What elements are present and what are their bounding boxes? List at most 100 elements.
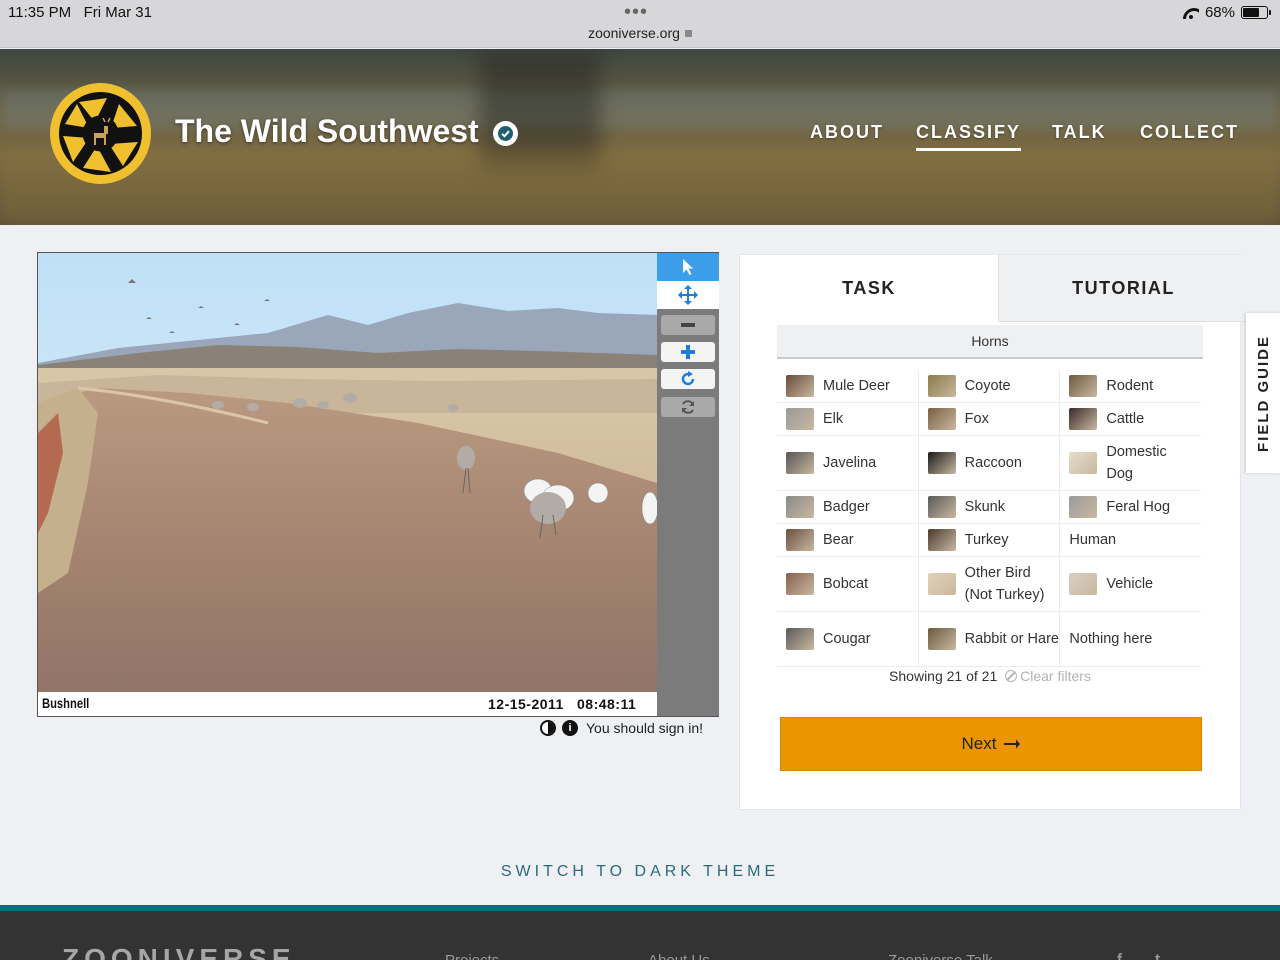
species-label: Mule Deer: [823, 378, 890, 394]
species-thumbnail: [927, 375, 956, 397]
species-label: Raccoon: [964, 455, 1022, 471]
nav-about[interactable]: ABOUT: [810, 122, 884, 143]
nav-collect[interactable]: COLLECT: [1140, 122, 1239, 143]
species-label: Vehicle: [1106, 576, 1154, 592]
task-panel: TASK TUTORIAL Horns Mule Deer Coyote Roden…: [739, 254, 1248, 810]
subject-image[interactable]: [38, 253, 657, 716]
species-label: Badger: [823, 499, 870, 515]
species-choice[interactable]: Coyote: [919, 370, 1061, 402]
reset-view-button[interactable]: [661, 397, 715, 417]
battery-icon: [1241, 6, 1271, 19]
browser-menu-dots-icon[interactable]: •••: [624, 2, 648, 22]
zoom-out-button[interactable]: [661, 315, 715, 335]
battery-percent: 68%: [1204, 4, 1235, 21]
species-choice[interactable]: Feral Hog: [1060, 491, 1201, 523]
species-label: Other Bird (Not Turkey): [964, 565, 1045, 603]
species-label: Bobcat: [823, 576, 869, 592]
species-row: Badger Skunk Feral Hog: [777, 491, 1201, 524]
species-thumbnail: [786, 408, 814, 430]
species-thumbnail: [927, 496, 956, 518]
nav-classify[interactable]: CLASSIFY: [916, 122, 1022, 151]
arrow-right-icon: [1004, 739, 1021, 749]
species-choice[interactable]: Other Bird (Not Turkey): [919, 557, 1061, 611]
species-choice[interactable]: Cougar: [777, 612, 919, 666]
species-choice[interactable]: Bear: [777, 524, 919, 556]
footer-link-talk[interactable]: Zooniverse Talk: [888, 952, 993, 960]
species-choice[interactable]: Cattle: [1060, 403, 1201, 435]
species-row: Cougar Rabbit or Hare Nothing here: [777, 612, 1201, 667]
species-choice[interactable]: Javelina: [777, 436, 919, 490]
species-label: Skunk: [964, 499, 1005, 515]
move-arrows-icon: [678, 285, 698, 305]
filter-bar[interactable]: Horns: [777, 325, 1203, 359]
rotate-button[interactable]: [661, 369, 715, 389]
clear-filters-button[interactable]: Clear filters: [1005, 668, 1091, 684]
field-guide-tab[interactable]: FIELD GUIDE: [1246, 313, 1280, 473]
viewer-toolbar: [657, 253, 719, 716]
species-label: Javelina: [823, 455, 877, 471]
species-thumbnail: [1069, 408, 1098, 430]
species-choice[interactable]: Rabbit or Hare: [919, 612, 1061, 666]
status-time: 11:35 PM Fri Mar 31: [8, 4, 152, 21]
species-label: Turkey: [964, 532, 1009, 548]
species-label: Rabbit or Hare: [964, 631, 1059, 647]
rotate-icon: [681, 371, 695, 386]
species-label: Nothing here: [1069, 631, 1153, 647]
species-label: Cattle: [1106, 411, 1145, 427]
species-choice[interactable]: Human: [1060, 524, 1201, 556]
species-choice[interactable]: Mule Deer: [777, 370, 919, 402]
species-thumbnail: [927, 573, 956, 595]
species-choice[interactable]: Rodent: [1060, 370, 1201, 402]
tab-task[interactable]: TASK: [740, 255, 998, 322]
species-label: Fox: [964, 411, 989, 427]
address-bar[interactable]: zooniverse.org: [0, 25, 1280, 41]
species-label: Elk: [823, 411, 844, 427]
species-choice[interactable]: Skunk: [919, 491, 1061, 523]
footer-link-projects[interactable]: Projects: [445, 952, 499, 960]
species-thumbnail: [1069, 573, 1098, 595]
species-thumbnail: [786, 452, 814, 474]
cursor-icon: [683, 259, 693, 275]
next-button[interactable]: Next: [780, 717, 1202, 771]
species-choice[interactable]: Domestic Dog: [1060, 436, 1201, 490]
nav-talk[interactable]: TALK: [1052, 122, 1107, 143]
species-row: Bear Turkey Human: [777, 524, 1201, 557]
species-thumbnail: [786, 628, 814, 650]
species-choice[interactable]: Fox: [919, 403, 1061, 435]
pointer-tool-button[interactable]: [657, 253, 719, 281]
species-choice[interactable]: Nothing here: [1060, 612, 1201, 666]
species-choice[interactable]: Badger: [777, 491, 919, 523]
project-nav: ABOUT CLASSIFY TALK COLLECT: [0, 122, 1280, 152]
info-icon[interactable]: i: [562, 720, 578, 736]
tab-tutorial[interactable]: TUTORIAL: [998, 255, 1248, 322]
ban-icon: [1005, 670, 1018, 682]
zoom-in-button[interactable]: [661, 342, 715, 362]
species-row: Bobcat Other Bird (Not Turkey) Vehicle: [777, 557, 1201, 612]
twitter-icon[interactable]: t: [1155, 951, 1160, 960]
showing-count: Showing 21 of 21 Clear filters: [889, 668, 1091, 684]
footer-link-about[interactable]: About Us: [648, 952, 710, 960]
species-choice[interactable]: Vehicle: [1060, 557, 1201, 611]
species-choice[interactable]: Bobcat: [777, 557, 919, 611]
lock-icon: [684, 30, 692, 37]
species-label: Bear: [823, 532, 854, 548]
invert-contrast-icon[interactable]: [540, 720, 556, 736]
species-thumbnail: [927, 529, 956, 551]
switch-dark-theme-link[interactable]: SWITCH TO DARK THEME: [0, 863, 1280, 881]
subject-viewer: Bushnell 12-15-2011 08:48:11: [37, 252, 719, 717]
species-thumbnail: [927, 452, 956, 474]
species-thumbnail: [786, 496, 814, 518]
species-choice[interactable]: Turkey: [919, 524, 1061, 556]
species-choice[interactable]: Elk: [777, 403, 919, 435]
species-label: Domestic Dog: [1106, 444, 1167, 482]
facebook-icon[interactable]: f: [1117, 951, 1122, 960]
species-row: Elk Fox Cattle: [777, 403, 1201, 436]
species-label: Cougar: [823, 631, 871, 647]
footer-logo[interactable]: ZOONIVERSE: [62, 943, 296, 960]
species-choice[interactable]: Raccoon: [919, 436, 1061, 490]
species-grid: Mule Deer Coyote Rodent Elk Fox Cattle Javelin…: [777, 370, 1201, 667]
species-thumbnail: [1069, 452, 1098, 474]
species-thumbnail: [786, 529, 814, 551]
move-tool-button[interactable]: [657, 281, 719, 309]
refresh-icon: [682, 400, 694, 414]
